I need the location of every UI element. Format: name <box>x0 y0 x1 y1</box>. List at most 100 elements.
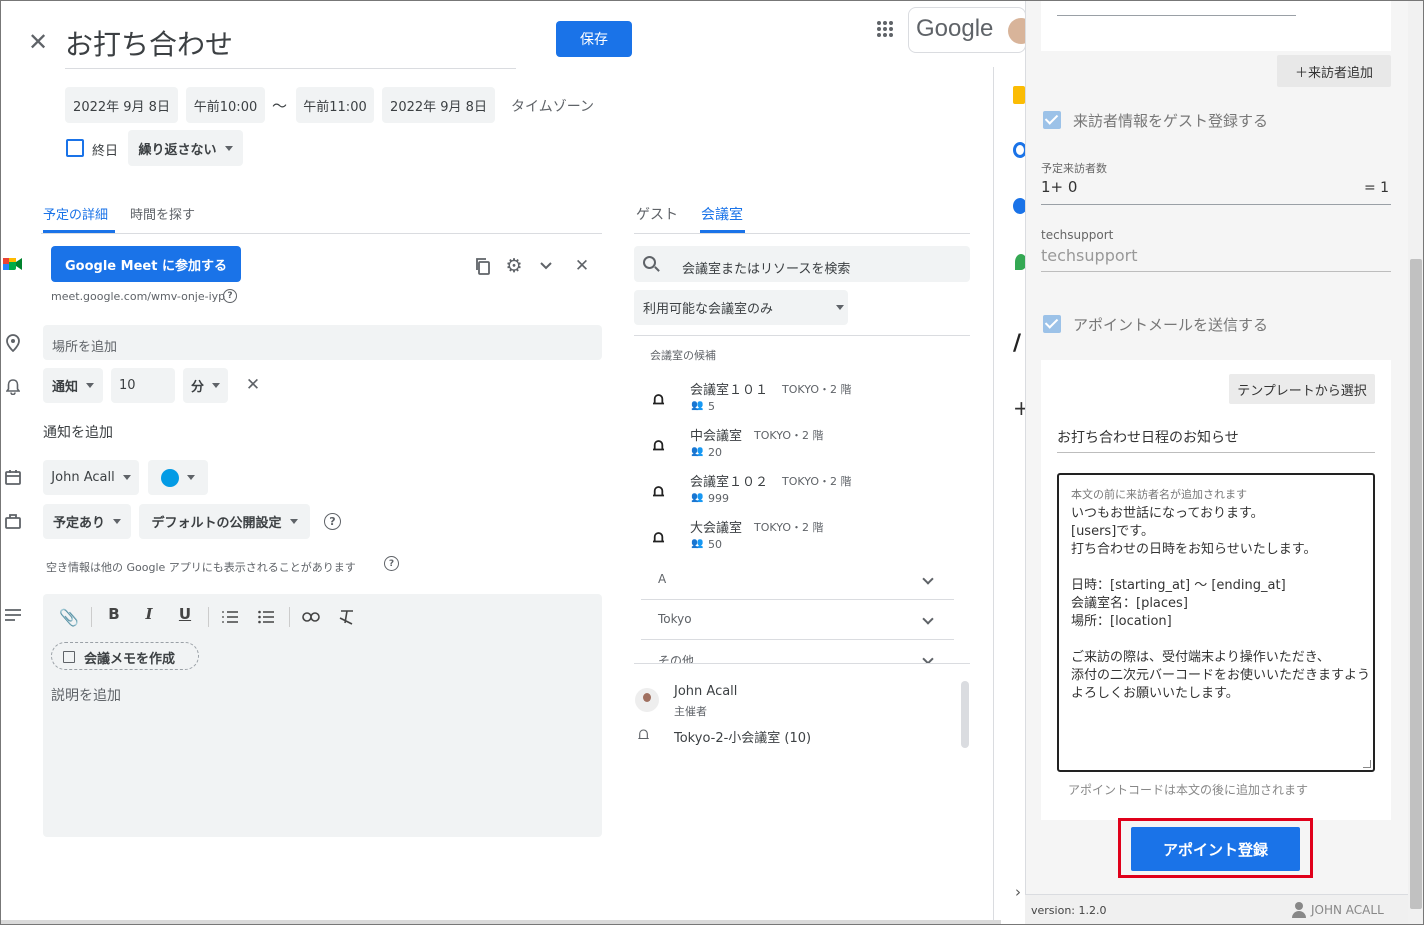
tabs-divider <box>41 233 602 234</box>
room-location: TOKYO・2 階 <box>782 383 852 396</box>
availability-note: 空き情報は他の Google アプリにも表示されることがあります <box>46 561 356 574</box>
expected-visitors-label: 予定来訪者数 <box>1041 162 1107 175</box>
room-name: 大会議室 <box>690 521 743 536</box>
help-icon[interactable]: ? <box>384 556 399 571</box>
attachment-icon[interactable]: 📎 <box>59 606 79 628</box>
help-icon[interactable]: ? <box>223 289 237 303</box>
remove-notification-icon[interactable]: ✕ <box>243 375 263 395</box>
mail-subject[interactable]: お打ち合わせ日程のお知らせ <box>1057 427 1239 447</box>
register-guest-checkbox[interactable] <box>1043 111 1061 129</box>
create-notes-label: 会議メモを作成 <box>84 652 176 667</box>
meet-link[interactable]: meet.google.com/wmv-onje-iyp <box>51 290 225 303</box>
room-group-other[interactable]: その他 <box>641 640 954 663</box>
expected-visitors-value[interactable]: 1+ 0 <box>1041 178 1077 196</box>
google-account-box[interactable]: Google <box>908 7 1026 53</box>
allday-checkbox[interactable] <box>66 139 84 157</box>
location-input[interactable]: 場所を追加 <box>43 325 602 360</box>
toolbar-divider <box>91 607 92 627</box>
start-date[interactable]: 2022年 9月 8日 <box>65 87 178 123</box>
start-time[interactable]: 午前10:00 <box>186 87 265 123</box>
notification-type-select[interactable]: 通知 <box>43 368 103 403</box>
resize-handle[interactable] <box>1363 760 1371 768</box>
help-icon[interactable]: ? <box>324 513 341 530</box>
repeat-select[interactable]: 繰り返さない <box>128 130 243 166</box>
room-name: 会議室１０２ <box>690 475 769 490</box>
chevron-down-icon[interactable] <box>536 255 556 277</box>
add-visitor-button[interactable]: ＋来訪者追加 <box>1277 55 1391 87</box>
bottom-scrollbar[interactable] <box>1 920 1001 924</box>
clear-format-icon[interactable] <box>336 606 358 628</box>
repeat-value: 繰り返さない <box>138 142 217 158</box>
rooms-divider <box>634 335 970 336</box>
description-editor[interactable] <box>43 594 602 837</box>
description-placeholder: 説明を追加 <box>51 688 121 704</box>
save-button[interactable]: 保存 <box>556 21 632 57</box>
keep-icon[interactable] <box>1013 86 1025 104</box>
availability-select[interactable]: 予定あり <box>43 504 131 539</box>
close-icon[interactable]: ✕ <box>25 28 51 56</box>
email-underline <box>1057 15 1296 16</box>
room-location: TOKYO・2 階 <box>754 521 824 534</box>
create-notes-button[interactable]: 会議メモを作成 <box>51 642 199 670</box>
event-color-select[interactable] <box>148 460 208 495</box>
remove-meet-icon[interactable]: ✕ <box>571 255 593 277</box>
underline-button[interactable]: U <box>174 605 196 623</box>
footer-note: アポイントコードは本文の後に追加されます <box>1068 783 1309 797</box>
room-search-input[interactable]: 会議室またはリソースを検索 <box>634 246 970 282</box>
notification-unit-select[interactable]: 分 <box>183 368 228 403</box>
room-capacity: 50 <box>708 538 722 551</box>
toolbar-divider <box>208 607 209 627</box>
notification-value-input[interactable]: 10 <box>111 368 175 403</box>
send-mail-checkbox[interactable] <box>1043 315 1061 333</box>
expand-chevron-icon[interactable]: › <box>1015 883 1021 901</box>
timezone-link[interactable]: タイムゾーン <box>511 96 594 116</box>
tab-guests[interactable]: ゲスト <box>636 204 678 224</box>
italic-button[interactable]: I <box>138 605 160 623</box>
rooms-divider <box>634 663 970 664</box>
bold-button[interactable]: B <box>103 605 125 623</box>
body-hint: 本文の前に来訪者名が追加されます <box>1071 488 1247 501</box>
attendee-role: 主催者 <box>674 705 707 718</box>
register-appointment-button[interactable]: アポイント登録 <box>1131 827 1300 871</box>
room-item[interactable]: ⩍ 会議室１０２ TOKYO・2 階 👥 999 <box>651 470 951 516</box>
room-filter-select[interactable]: 利用可能な会議室のみ <box>634 290 848 325</box>
mail-body-textarea[interactable]: 本文の前に来訪者名が追加されます いつもお世話になっております。 [users]… <box>1057 473 1375 772</box>
numbered-list-icon[interactable] <box>219 606 241 628</box>
link-icon[interactable] <box>300 606 322 628</box>
techsupport-label: techsupport <box>1041 228 1114 242</box>
room-group-tokyo[interactable]: Tokyo <box>641 600 954 640</box>
addon-scrollbar-thumb[interactable] <box>1410 259 1422 909</box>
tab-rooms[interactable]: 会議室 <box>701 204 743 224</box>
room-item[interactable]: ⩍ 会議室１０１ TOKYO・2 階 👥 5 <box>651 378 951 424</box>
tab-details[interactable]: 予定の詳細 <box>43 204 108 223</box>
scrollbar[interactable] <box>961 681 969 748</box>
add-notification-link[interactable]: 通知を追加 <box>43 422 113 442</box>
end-time[interactable]: 午前11:00 <box>296 87 374 123</box>
people-icon: 👥 <box>691 492 704 503</box>
chevron-down-icon <box>922 613 934 625</box>
addon-card-top <box>1041 1 1391 51</box>
apps-grid-icon[interactable] <box>873 17 897 41</box>
toolbar-divider <box>289 607 290 627</box>
room-item[interactable]: ⩍ 中会議室 TOKYO・2 階 👥 20 <box>651 424 951 470</box>
tabs-divider <box>634 233 970 234</box>
bullet-list-icon[interactable] <box>255 606 277 628</box>
end-date[interactable]: 2022年 9月 8日 <box>382 87 495 123</box>
room-capacity: 20 <box>708 446 722 459</box>
door-icon: ⩍ <box>653 527 665 547</box>
addon-icon[interactable]: / <box>1013 331 1021 356</box>
copy-icon[interactable] <box>471 255 493 277</box>
join-meet-button[interactable]: Google Meet に参加する <box>51 246 241 282</box>
description-icon <box>4 606 22 624</box>
calendar-owner-select[interactable]: John Acall <box>43 460 139 495</box>
template-select-button[interactable]: テンプレートから選択 <box>1229 374 1375 404</box>
tab-find-time[interactable]: 時間を探す <box>130 204 195 223</box>
time-separator: ～ <box>272 97 288 115</box>
gear-icon[interactable]: ⚙ <box>503 255 525 277</box>
event-title[interactable]: お打ち合わせ <box>65 23 233 63</box>
door-icon: ⩍ <box>653 389 665 409</box>
room-group-a[interactable]: A <box>641 560 954 600</box>
techsupport-field[interactable]: techsupport <box>1041 246 1137 265</box>
room-item[interactable]: ⩍ 大会議室 TOKYO・2 階 👥 50 <box>651 516 951 562</box>
visibility-select[interactable]: デフォルトの公開設定 <box>139 504 310 539</box>
